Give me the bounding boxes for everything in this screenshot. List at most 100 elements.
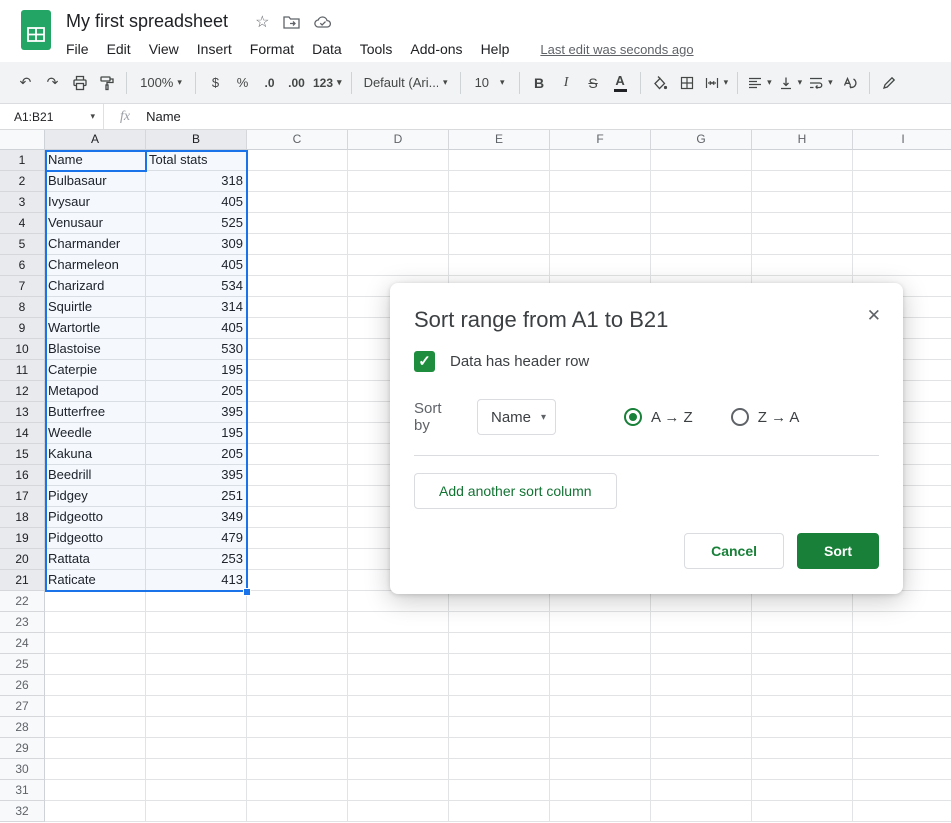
name-box[interactable]: A1:B21 ▾ [0, 104, 104, 129]
radio-a-to-z[interactable]: A → Z [624, 408, 693, 426]
cell-G6[interactable] [651, 255, 752, 276]
cell-H27[interactable] [752, 696, 853, 717]
cell-B17[interactable]: 251 [146, 486, 247, 507]
cell-E2[interactable] [449, 171, 550, 192]
cell-G32[interactable] [651, 801, 752, 822]
cell-H26[interactable] [752, 675, 853, 696]
cell-B27[interactable] [146, 696, 247, 717]
cell-B16[interactable]: 395 [146, 465, 247, 486]
cell-B24[interactable] [146, 633, 247, 654]
cell-I3[interactable] [853, 192, 951, 213]
sort-button[interactable]: Sort [797, 533, 879, 569]
column-header-G[interactable]: G [651, 130, 752, 150]
cell-B1[interactable]: Total stats [146, 150, 247, 171]
cell-A15[interactable]: Kakuna [45, 444, 146, 465]
cell-D27[interactable] [348, 696, 449, 717]
row-header-29[interactable]: 29 [0, 738, 45, 759]
text-color-button[interactable]: A [607, 70, 634, 96]
text-rotation-button[interactable] [836, 70, 863, 96]
cell-A32[interactable] [45, 801, 146, 822]
cell-C19[interactable] [247, 528, 348, 549]
cell-E32[interactable] [449, 801, 550, 822]
menu-help[interactable]: Help [472, 38, 519, 60]
row-header-15[interactable]: 15 [0, 444, 45, 465]
cell-H23[interactable] [752, 612, 853, 633]
cell-G24[interactable] [651, 633, 752, 654]
cell-C31[interactable] [247, 780, 348, 801]
cell-F5[interactable] [550, 234, 651, 255]
cell-I29[interactable] [853, 738, 951, 759]
cell-A30[interactable] [45, 759, 146, 780]
add-sort-column-button[interactable]: Add another sort column [414, 473, 617, 509]
cell-F29[interactable] [550, 738, 651, 759]
cell-E25[interactable] [449, 654, 550, 675]
font-size-select[interactable]: 10 ▾ [467, 70, 513, 96]
cell-E26[interactable] [449, 675, 550, 696]
cell-G1[interactable] [651, 150, 752, 171]
cell-A9[interactable]: Wartortle [45, 318, 146, 339]
cell-C25[interactable] [247, 654, 348, 675]
cell-A20[interactable]: Rattata [45, 549, 146, 570]
row-header-8[interactable]: 8 [0, 297, 45, 318]
cell-C6[interactable] [247, 255, 348, 276]
cell-A22[interactable] [45, 591, 146, 612]
cell-B30[interactable] [146, 759, 247, 780]
cell-E28[interactable] [449, 717, 550, 738]
row-header-3[interactable]: 3 [0, 192, 45, 213]
cell-B28[interactable] [146, 717, 247, 738]
cell-B14[interactable]: 195 [146, 423, 247, 444]
cell-D1[interactable] [348, 150, 449, 171]
cell-C8[interactable] [247, 297, 348, 318]
cell-C26[interactable] [247, 675, 348, 696]
cell-A2[interactable]: Bulbasaur [45, 171, 146, 192]
cell-C22[interactable] [247, 591, 348, 612]
cell-A26[interactable] [45, 675, 146, 696]
increase-decimal-button[interactable]: .00 [283, 70, 310, 96]
cell-C18[interactable] [247, 507, 348, 528]
row-header-20[interactable]: 20 [0, 549, 45, 570]
row-header-25[interactable]: 25 [0, 654, 45, 675]
column-header-A[interactable]: A [45, 130, 146, 150]
cell-C12[interactable] [247, 381, 348, 402]
cell-E30[interactable] [449, 759, 550, 780]
row-header-10[interactable]: 10 [0, 339, 45, 360]
cell-C1[interactable] [247, 150, 348, 171]
undo-button[interactable]: ↶ [12, 70, 39, 96]
cell-B32[interactable] [146, 801, 247, 822]
row-header-22[interactable]: 22 [0, 591, 45, 612]
cell-B2[interactable]: 318 [146, 171, 247, 192]
cell-H5[interactable] [752, 234, 853, 255]
cell-C16[interactable] [247, 465, 348, 486]
cell-I27[interactable] [853, 696, 951, 717]
cell-I31[interactable] [853, 780, 951, 801]
cell-B21[interactable]: 413 [146, 570, 247, 591]
cell-G22[interactable] [651, 591, 752, 612]
cell-E27[interactable] [449, 696, 550, 717]
column-header-F[interactable]: F [550, 130, 651, 150]
cell-I1[interactable] [853, 150, 951, 171]
cell-I4[interactable] [853, 213, 951, 234]
cell-A1[interactable]: Name [45, 150, 146, 171]
cell-F26[interactable] [550, 675, 651, 696]
cell-C4[interactable] [247, 213, 348, 234]
cell-A19[interactable]: Pidgeotto [45, 528, 146, 549]
cloud-status-icon[interactable] [314, 15, 332, 28]
row-header-5[interactable]: 5 [0, 234, 45, 255]
row-header-18[interactable]: 18 [0, 507, 45, 528]
cell-F30[interactable] [550, 759, 651, 780]
row-header-19[interactable]: 19 [0, 528, 45, 549]
currency-format-button[interactable]: $ [202, 70, 229, 96]
cell-F25[interactable] [550, 654, 651, 675]
cell-D3[interactable] [348, 192, 449, 213]
row-header-4[interactable]: 4 [0, 213, 45, 234]
cell-H2[interactable] [752, 171, 853, 192]
row-header-27[interactable]: 27 [0, 696, 45, 717]
cell-H25[interactable] [752, 654, 853, 675]
cell-C21[interactable] [247, 570, 348, 591]
cell-B31[interactable] [146, 780, 247, 801]
merge-cells-button[interactable]: ▾ [701, 70, 732, 96]
last-edit-link[interactable]: Last edit was seconds ago [540, 42, 693, 57]
cell-D4[interactable] [348, 213, 449, 234]
formula-input[interactable]: Name [146, 109, 181, 124]
menu-edit[interactable]: Edit [98, 38, 140, 60]
